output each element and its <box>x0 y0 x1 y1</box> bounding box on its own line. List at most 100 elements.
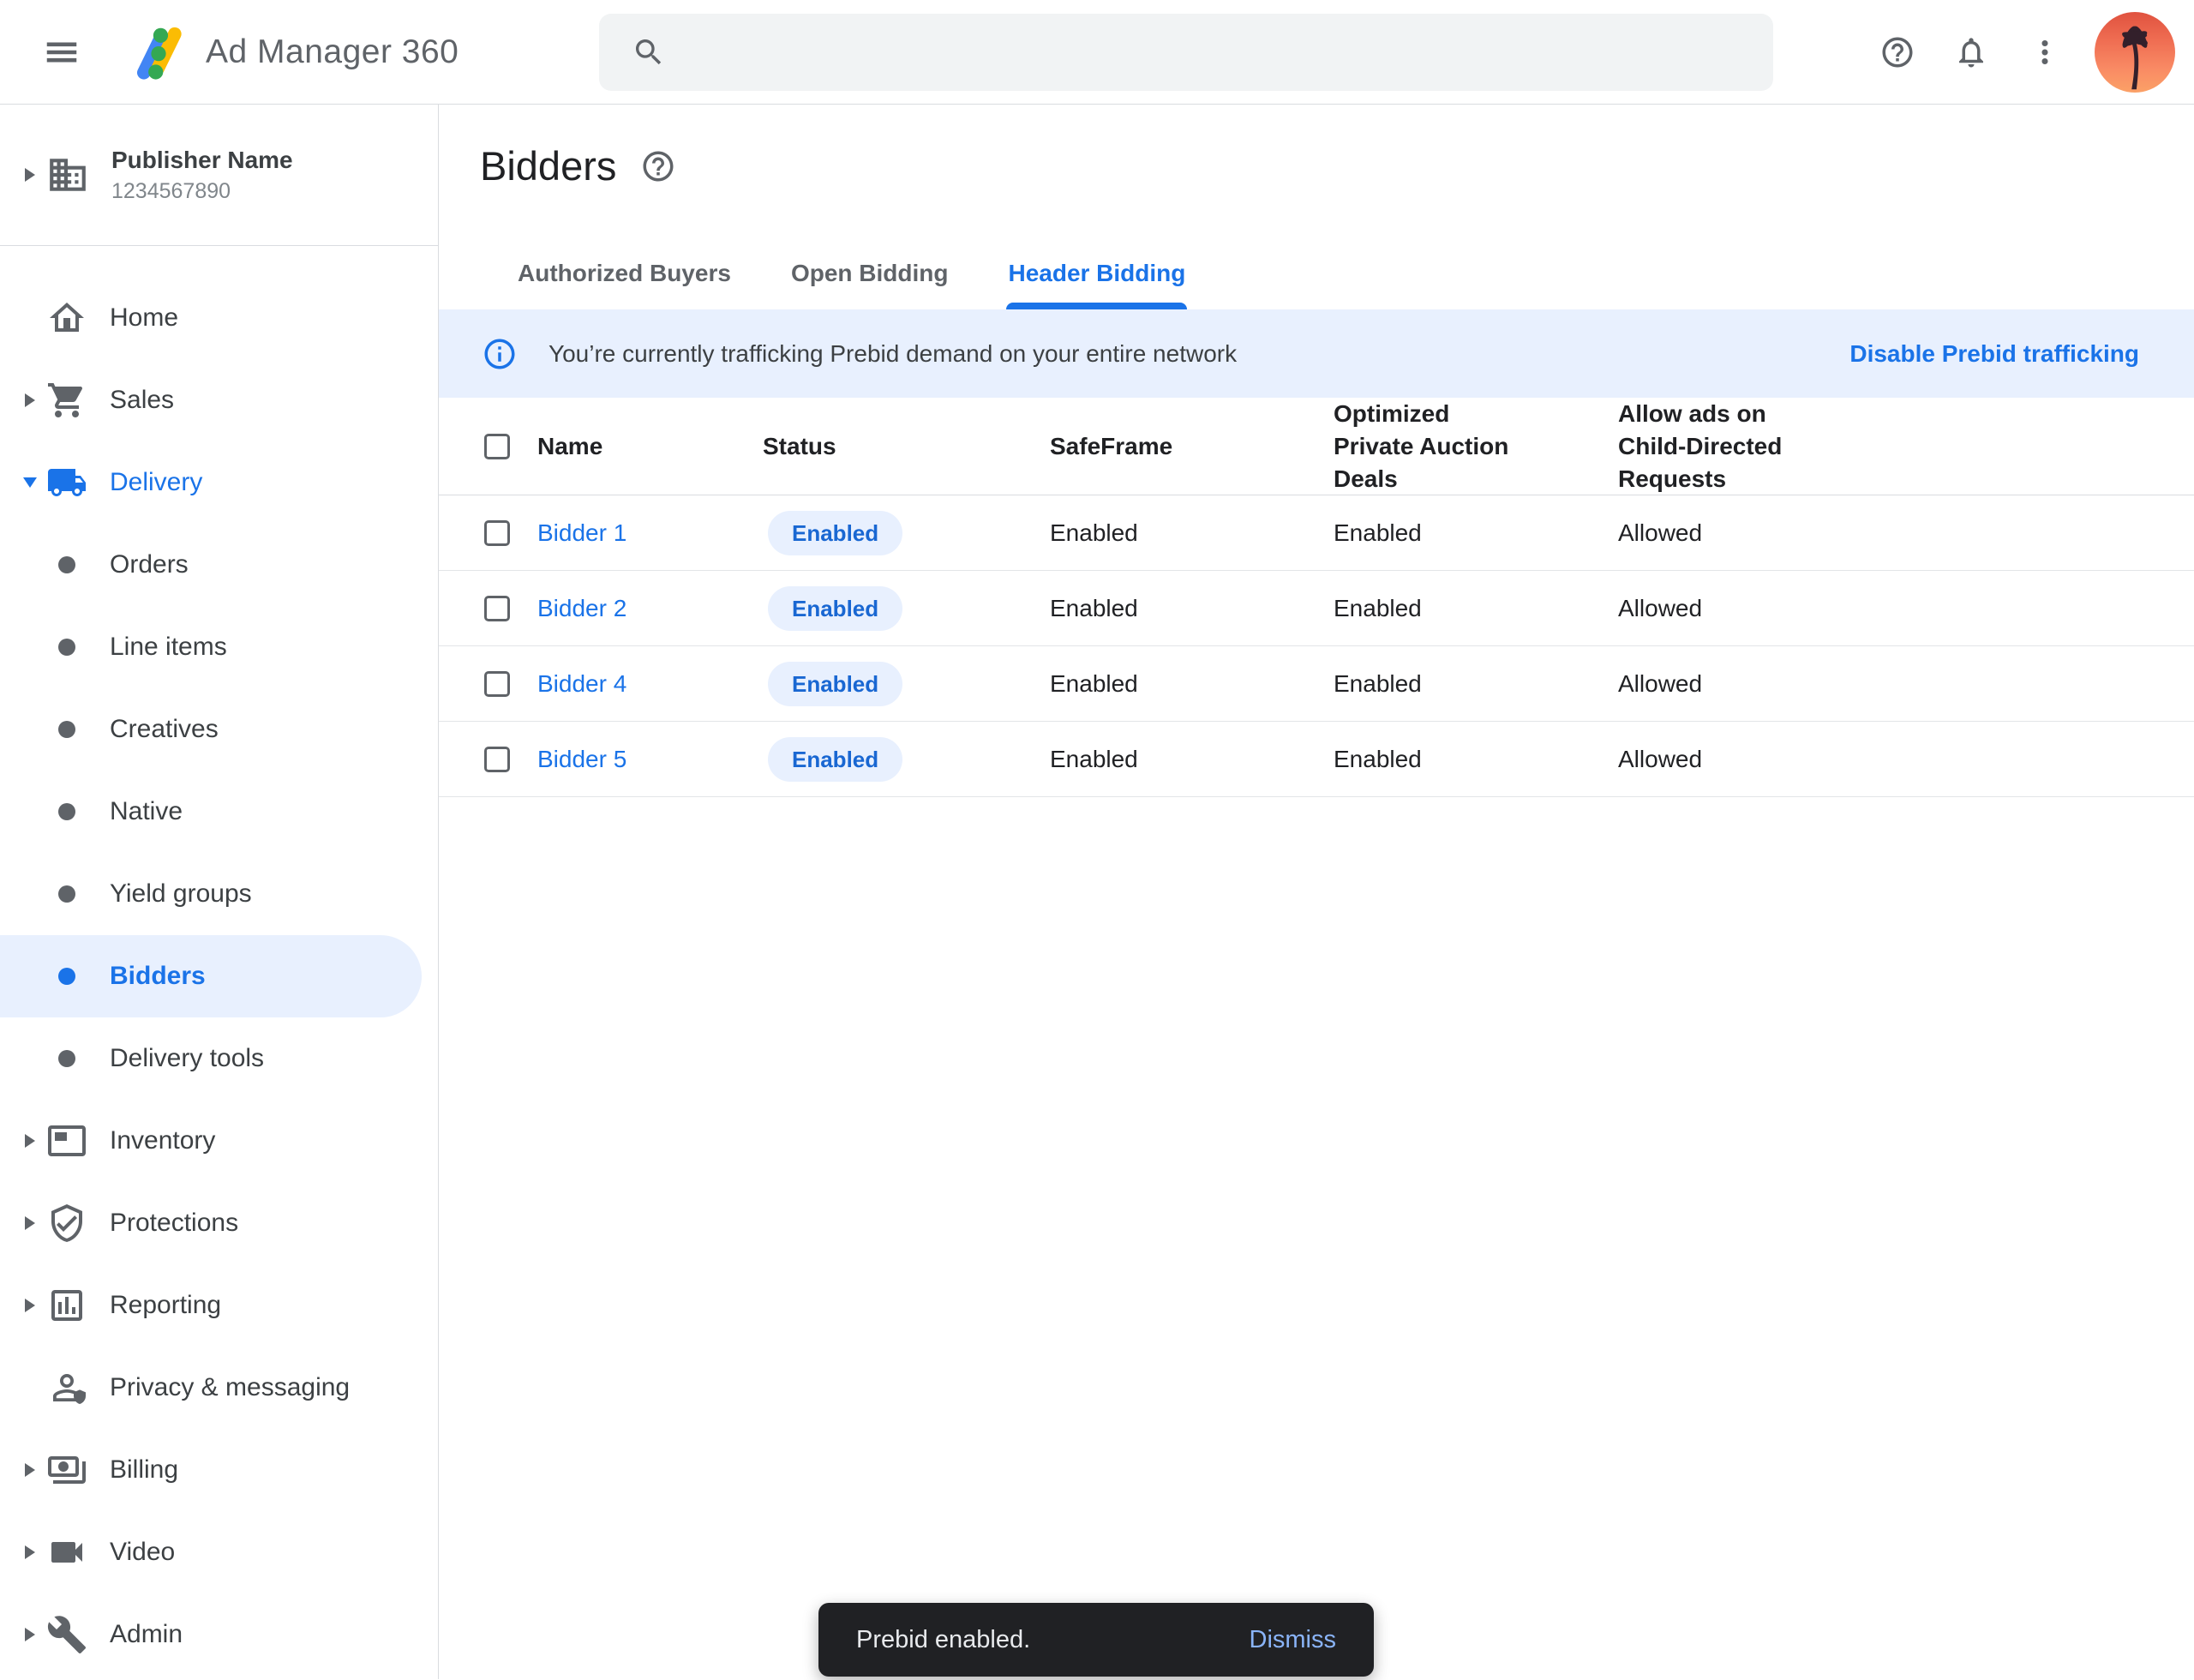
app-logo: Ad Manager 360 <box>123 17 459 87</box>
info-icon <box>482 336 518 372</box>
tab-open-bidding[interactable]: Open Bidding <box>789 249 950 309</box>
menu-button[interactable] <box>38 28 86 76</box>
bidder-name-link[interactable]: Bidder 1 <box>537 519 763 547</box>
tab-bar: Authorized Buyers Open Bidding Header Bidd… <box>439 249 2194 309</box>
bidder-name-link[interactable]: Bidder 5 <box>537 746 763 773</box>
bidder-name-link[interactable]: Bidder 4 <box>537 670 763 698</box>
safeframe-cell: Enabled <box>1050 670 1334 698</box>
sidebar-item-home[interactable]: Home <box>0 277 439 359</box>
status-badge: Enabled <box>768 737 902 782</box>
sidebar-item-billing[interactable]: Billing <box>0 1429 439 1511</box>
bullet-icon <box>46 544 87 585</box>
palm-tree-image <box>2095 12 2175 93</box>
bell-icon <box>1953 34 1989 70</box>
bullet-icon <box>46 791 87 832</box>
safeframe-cell: Enabled <box>1050 746 1334 773</box>
column-header-safeframe: SafeFrame <box>1050 433 1334 460</box>
expand-arrow-icon <box>25 1299 35 1312</box>
sidebar-item-bidders[interactable]: Bidders <box>0 935 422 1017</box>
safeframe-cell: Enabled <box>1050 519 1334 547</box>
optimized-private-auction-deals-cell: Enabled <box>1334 519 1618 547</box>
sidebar-item-yield-groups[interactable]: Yield groups <box>0 853 439 935</box>
home-icon <box>46 297 87 339</box>
app-title: Ad Manager 360 <box>206 33 459 71</box>
sidebar-item-line-items[interactable]: Line items <box>0 606 439 688</box>
billing-icon <box>46 1449 87 1491</box>
toast-message: Prebid enabled. <box>856 1626 1030 1654</box>
table-header: Name Status SafeFrame Optimized Private … <box>439 398 2194 495</box>
disable-prebid-trafficking-link[interactable]: Disable Prebid trafficking <box>1849 340 2139 368</box>
sidebar-item-delivery[interactable]: Delivery <box>0 441 439 524</box>
help-icon <box>1879 34 1915 70</box>
expand-arrow-icon <box>25 393 35 407</box>
page-help-icon[interactable] <box>640 148 676 184</box>
safeframe-cell: Enabled <box>1050 595 1334 622</box>
main-content: Bidders Authorized Buyers Open Bidding Hea… <box>439 105 2194 1679</box>
bullet-icon <box>46 956 87 997</box>
optimized-private-auction-deals-cell: Enabled <box>1334 746 1618 773</box>
video-icon <box>46 1532 87 1573</box>
truck-icon <box>46 462 87 503</box>
notifications-button[interactable] <box>1947 28 1995 76</box>
expand-arrow-icon <box>25 1628 35 1641</box>
sidebar-item-delivery-tools[interactable]: Delivery tools <box>0 1017 439 1100</box>
row-checkbox[interactable] <box>484 747 510 772</box>
info-banner: You’re currently trafficking Prebid dema… <box>439 309 2194 398</box>
sidebar-item-orders[interactable]: Orders <box>0 524 439 606</box>
bullet-icon <box>46 627 87 668</box>
report-icon <box>46 1285 87 1326</box>
sidebar-item-creatives[interactable]: Creatives <box>0 688 439 771</box>
building-icon <box>46 153 89 196</box>
status-badge: Enabled <box>768 586 902 631</box>
expand-arrow-icon <box>25 1545 35 1559</box>
sidebar-nav: Home Sales Delivery Orders Line items Cr… <box>0 246 438 1676</box>
row-checkbox[interactable] <box>484 596 510 621</box>
optimized-private-auction-deals-cell: Enabled <box>1334 670 1618 698</box>
help-button[interactable] <box>1873 28 1921 76</box>
page-title: Bidders <box>480 142 616 189</box>
table-body: Bidder 1 Enabled Enabled Enabled Allowed… <box>439 495 2194 797</box>
sidebar-item-video[interactable]: Video <box>0 1511 439 1593</box>
status-badge: Enabled <box>768 662 902 706</box>
expand-arrow-icon <box>25 1134 35 1148</box>
bidder-name-link[interactable]: Bidder 2 <box>537 595 763 622</box>
select-all-checkbox[interactable] <box>484 434 510 459</box>
publisher-network-code: 1234567890 <box>111 179 293 204</box>
toast: Prebid enabled. Dismiss <box>818 1603 1374 1677</box>
topbar-actions <box>1873 0 2175 105</box>
publisher-selector[interactable]: Publisher Name 1234567890 <box>0 105 438 246</box>
sidebar-item-reporting[interactable]: Reporting <box>0 1264 439 1347</box>
sidebar-item-privacy-messaging[interactable]: Privacy & messaging <box>0 1347 439 1429</box>
bullet-icon <box>46 709 87 750</box>
expand-arrow-icon <box>25 168 35 182</box>
sidebar-item-admin[interactable]: Admin <box>0 1593 439 1676</box>
status-badge: Enabled <box>768 511 902 555</box>
column-header-status: Status <box>763 433 1050 460</box>
sidebar-item-native[interactable]: Native <box>0 771 439 853</box>
more-vert-icon <box>2027 34 2063 70</box>
overflow-menu-button[interactable] <box>2021 28 2069 76</box>
bullet-icon <box>46 1038 87 1079</box>
row-checkbox[interactable] <box>484 671 510 697</box>
sidebar-item-sales[interactable]: Sales <box>0 359 439 441</box>
tab-authorized-buyers[interactable]: Authorized Buyers <box>516 249 733 309</box>
hamburger-icon <box>42 33 81 72</box>
collapse-arrow-icon <box>23 477 37 488</box>
sidebar-item-inventory[interactable]: Inventory <box>0 1100 439 1182</box>
dismiss-button[interactable]: Dismiss <box>1250 1626 1337 1654</box>
sidebar-item-protections[interactable]: Protections <box>0 1182 439 1264</box>
row-checkbox[interactable] <box>484 520 510 546</box>
table-row: Bidder 5 Enabled Enabled Enabled Allowed <box>439 722 2194 797</box>
search-input[interactable] <box>599 14 1773 91</box>
table-row: Bidder 2 Enabled Enabled Enabled Allowed <box>439 571 2194 646</box>
column-header-name: Name <box>537 433 763 460</box>
child-directed-cell: Allowed <box>1618 670 2194 698</box>
admin-icon <box>46 1614 87 1655</box>
tab-header-bidding[interactable]: Header Bidding <box>1006 249 1187 309</box>
avatar[interactable] <box>2095 12 2175 93</box>
child-directed-cell: Allowed <box>1618 595 2194 622</box>
expand-arrow-icon <box>25 1216 35 1230</box>
banner-message: You’re currently trafficking Prebid dema… <box>548 340 1237 368</box>
child-directed-cell: Allowed <box>1618 746 2194 773</box>
sidebar: Publisher Name 1234567890 Home Sales Del… <box>0 105 439 1679</box>
